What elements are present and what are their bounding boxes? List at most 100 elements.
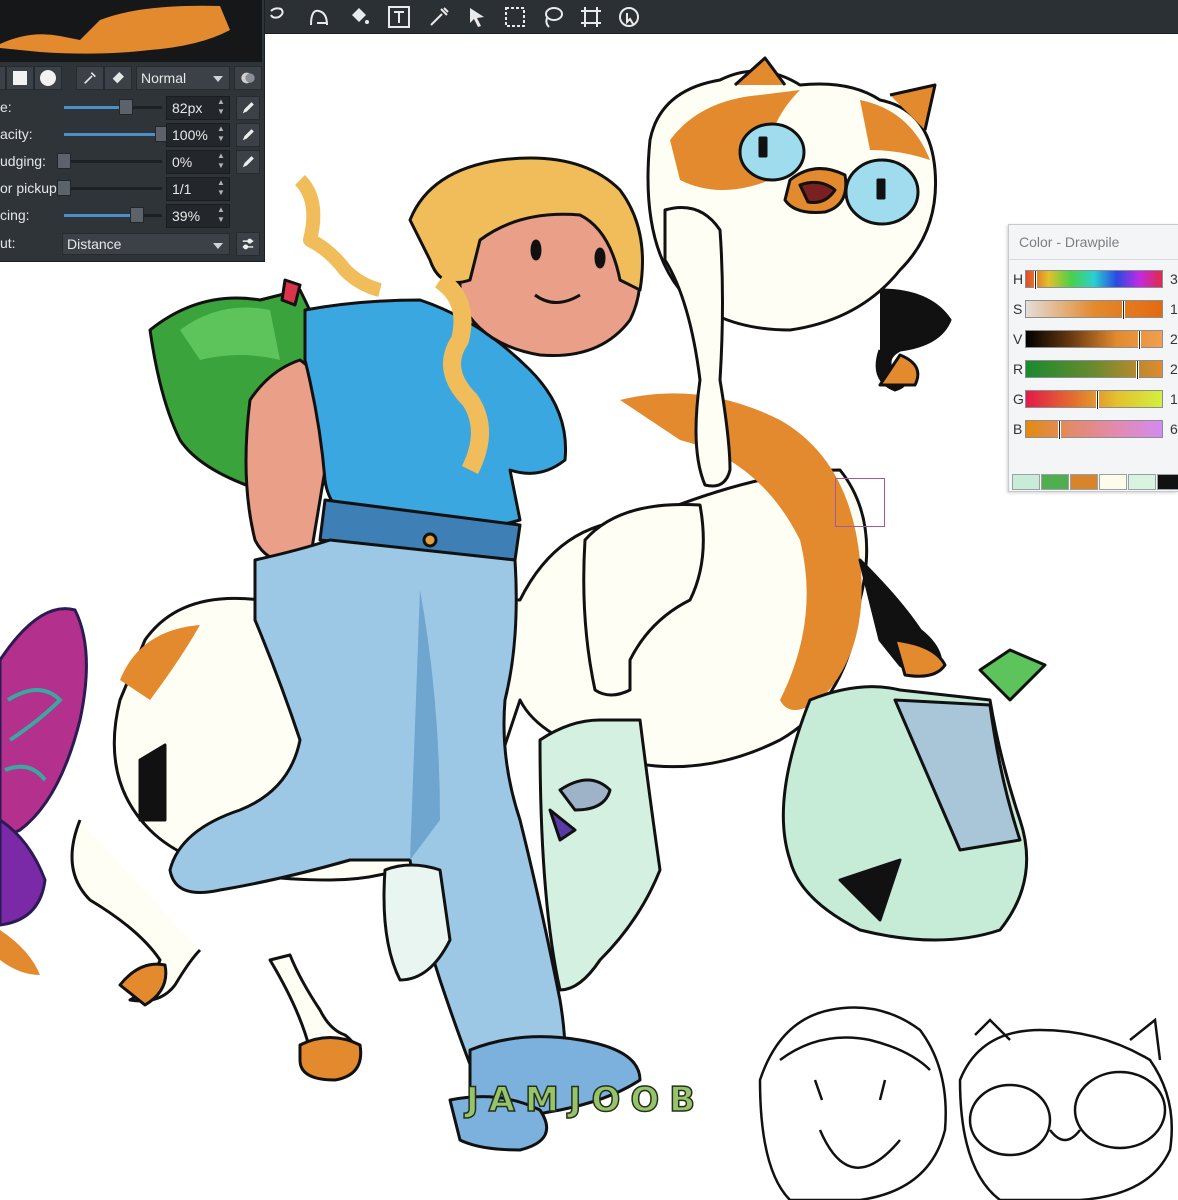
pen-icon bbox=[242, 156, 254, 168]
inspector-icon bbox=[619, 6, 639, 27]
inspector-tool[interactable] bbox=[614, 2, 644, 32]
presets-icon bbox=[241, 72, 255, 84]
param-row-opacity: acity: 100% ▲ ▼ bbox=[0, 122, 262, 148]
saturation-marker[interactable] bbox=[1122, 301, 1125, 319]
square-icon bbox=[13, 71, 27, 85]
spacing-slider-fill bbox=[64, 214, 137, 217]
channel-h-value: 3 bbox=[1170, 271, 1178, 287]
color-pickup-spinner[interactable]: ▲ ▼ bbox=[215, 178, 227, 200]
blue-slider[interactable] bbox=[1025, 420, 1163, 439]
opacity-value: 100% bbox=[172, 127, 208, 143]
red-slider[interactable] bbox=[1025, 360, 1163, 379]
spacing-label: cing: bbox=[0, 207, 30, 223]
lasso-fill-tool[interactable] bbox=[264, 2, 294, 32]
swatch-3[interactable] bbox=[1099, 474, 1127, 490]
smudging-slider-thumb[interactable] bbox=[57, 153, 71, 169]
channel-row-v: V 2 bbox=[1009, 328, 1178, 350]
opacity-pressure-toggle[interactable] bbox=[236, 123, 260, 147]
color-panel-title: Color - Drawpile bbox=[1019, 234, 1120, 250]
hue-marker[interactable] bbox=[1034, 271, 1037, 289]
saturation-slider[interactable] bbox=[1025, 300, 1163, 319]
brush-presets-button[interactable] bbox=[234, 66, 262, 90]
pen-icon bbox=[242, 102, 254, 114]
spacing-spinner[interactable]: ▲ ▼ bbox=[215, 205, 227, 227]
green-slider[interactable] bbox=[1025, 390, 1163, 409]
brush-mode-row: Normal bbox=[0, 66, 262, 92]
input-mode-value: Distance bbox=[67, 236, 122, 252]
curve-settings-icon bbox=[242, 238, 254, 250]
swatch-2[interactable] bbox=[1070, 474, 1098, 490]
tool-toolbar bbox=[262, 0, 1178, 34]
text-icon bbox=[388, 5, 410, 28]
lasso-select-tool[interactable] bbox=[538, 2, 568, 32]
channel-v-label: V bbox=[1013, 331, 1023, 347]
smudging-slider-track[interactable] bbox=[64, 160, 162, 163]
size-slider-fill bbox=[64, 106, 126, 109]
channel-h-label: H bbox=[1013, 271, 1024, 287]
opacity-label: acity: bbox=[0, 126, 33, 142]
value-marker[interactable] bbox=[1138, 331, 1141, 349]
channel-r-label: R bbox=[1013, 361, 1024, 377]
size-pressure-toggle[interactable] bbox=[236, 96, 260, 120]
smudging-value: 0% bbox=[172, 154, 193, 170]
channel-row-s: S 1 bbox=[1009, 298, 1178, 320]
swatch-0[interactable] bbox=[1012, 474, 1040, 490]
color-pickup-label: or pickup: bbox=[0, 180, 61, 196]
pointer-icon bbox=[470, 7, 484, 27]
size-spinner[interactable]: ▲ ▼ bbox=[215, 97, 227, 119]
swatch-1[interactable] bbox=[1041, 474, 1069, 490]
spacing-slider-thumb[interactable] bbox=[129, 207, 144, 223]
channel-s-label: S bbox=[1013, 301, 1023, 317]
blue-marker[interactable] bbox=[1058, 421, 1061, 439]
hue-slider[interactable] bbox=[1025, 270, 1163, 289]
eraser-toggle[interactable] bbox=[104, 66, 132, 90]
input-mode-select[interactable]: Distance bbox=[62, 233, 230, 255]
lasso-select-icon bbox=[545, 6, 563, 28]
color-pickup-slider-track[interactable] bbox=[64, 187, 162, 190]
channel-b-label: B bbox=[1013, 421, 1023, 437]
square-brush-button[interactable] bbox=[6, 66, 34, 90]
chevron-down-icon bbox=[213, 243, 223, 249]
channel-b-value: 6 bbox=[1170, 421, 1178, 437]
rect-select-icon bbox=[505, 6, 525, 27]
color-picker-tool[interactable] bbox=[424, 2, 454, 32]
fill-tool[interactable] bbox=[344, 2, 374, 32]
opacity-slider-fill bbox=[64, 133, 162, 136]
swatch-4[interactable] bbox=[1128, 474, 1156, 490]
round-brush-button[interactable] bbox=[34, 66, 62, 90]
param-row-color-pickup: or pickup: 1/1 ▲ ▼ bbox=[0, 176, 262, 202]
move-tool[interactable] bbox=[462, 2, 492, 32]
red-marker[interactable] bbox=[1136, 361, 1139, 379]
transform-tool[interactable] bbox=[576, 2, 606, 32]
channel-row-b: B 6 bbox=[1009, 418, 1178, 440]
input-curve-button[interactable] bbox=[236, 232, 260, 256]
transform-icon bbox=[581, 6, 601, 27]
pen-icon bbox=[242, 129, 254, 141]
color-pickup-slider-thumb[interactable] bbox=[57, 180, 71, 196]
channel-row-g: G 1 bbox=[1009, 388, 1178, 410]
channel-row-h: H 3 bbox=[1009, 268, 1178, 290]
rect-select-tool[interactable] bbox=[500, 2, 530, 32]
smudging-pressure-toggle[interactable] bbox=[236, 150, 260, 174]
value-slider[interactable] bbox=[1025, 330, 1163, 349]
text-tool[interactable] bbox=[384, 2, 414, 32]
eyedropper-icon bbox=[84, 72, 96, 84]
artwork-butterfly bbox=[0, 607, 88, 975]
eyedropper-icon bbox=[430, 6, 449, 26]
brush-preview bbox=[0, 0, 262, 62]
color-pickup-value: 1/1 bbox=[172, 181, 192, 197]
opacity-spinner[interactable]: ▲ ▼ bbox=[215, 124, 227, 146]
brush-settings-panel: Normal e: 82px ▲ ▼ acity: 100% ▲ ▼ udging:… bbox=[0, 0, 265, 262]
smudging-spinner[interactable]: ▲ ▼ bbox=[215, 151, 227, 173]
blend-mode-value: Normal bbox=[141, 70, 187, 86]
swatch-5[interactable] bbox=[1157, 474, 1178, 490]
artwork-sketches bbox=[758, 1006, 1174, 1200]
blend-mode-select[interactable]: Normal bbox=[136, 66, 230, 90]
param-row-smudging: udging: 0% ▲ ▼ bbox=[0, 149, 262, 175]
title-divider bbox=[1009, 259, 1178, 260]
bezier-tool[interactable] bbox=[304, 2, 334, 32]
size-slider-thumb[interactable] bbox=[118, 99, 133, 115]
input-label: ut: bbox=[0, 235, 16, 251]
color-pickup-toggle[interactable] bbox=[76, 66, 104, 90]
green-marker[interactable] bbox=[1096, 391, 1099, 409]
